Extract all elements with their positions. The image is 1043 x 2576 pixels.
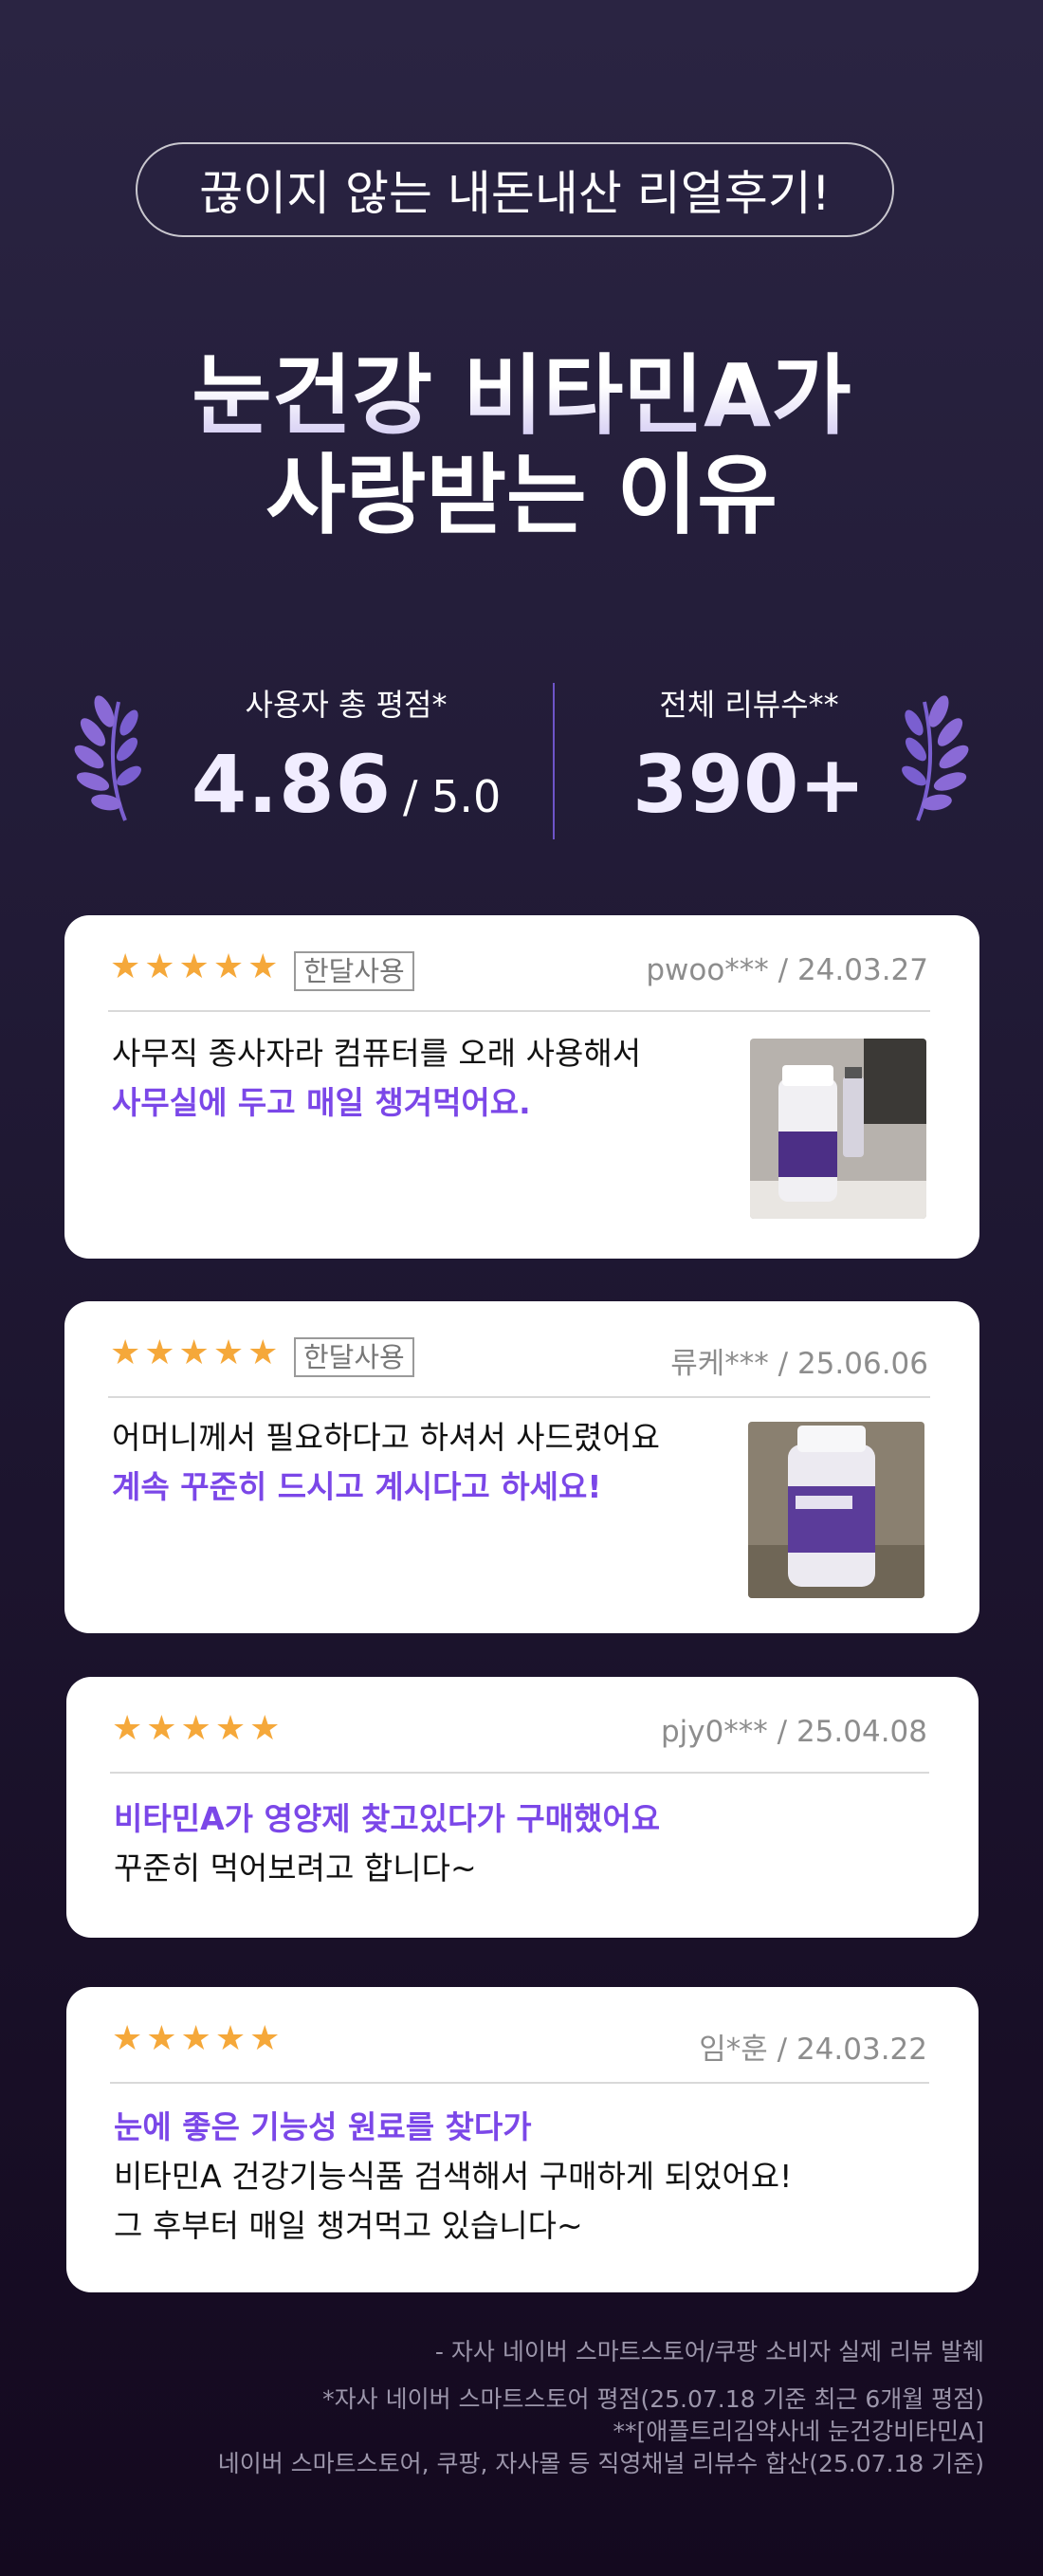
divider [110, 1772, 929, 1774]
divider [108, 1396, 930, 1398]
review-count-label: 전체 리뷰수** [659, 687, 839, 723]
rating-suffix: / 5.0 [402, 771, 502, 822]
laurel-icon [74, 695, 141, 821]
review-highlight: 사무실에 두고 매일 챙겨먹어요. [112, 1084, 531, 1121]
headline-line-1: 눈건강 비타민A가 [0, 346, 1043, 446]
rating-stat: 사용자 총 평점* 4.86 / 5.0 [185, 681, 507, 831]
review-body: 비타민A가 영양제 찾고있다가 구매했어요 꾸준히 먹어보려고 합니다~ [114, 1794, 660, 1893]
footnote-block: *자사 네이버 스마트스토어 평점(25.07.18 기준 최근 6개월 평점)… [218, 2383, 984, 2480]
stat-divider [553, 683, 555, 839]
review-line: 어머니께서 필요하다고 하셔서 사드렸어요 [112, 1419, 660, 1456]
review-body: 눈에 좋은 기능성 원료를 찾다가 비타민A 건강기능식품 검색해서 구매하게 … [114, 2103, 792, 2251]
rating-label: 사용자 총 평점* [245, 687, 448, 723]
review-card: ★★★★★ 임*훈 / 24.03.22 눈에 좋은 기능성 원료를 찾다가 비… [66, 1987, 979, 2292]
divider [110, 2082, 929, 2084]
review-count-stat: 전체 리뷰수** 390+ [597, 681, 901, 831]
review-body: 어머니께서 필요하다고 하셔서 사드렸어요 계속 꾸준히 드시고 계시다고 하세… [112, 1413, 660, 1512]
review-meta: pjy0*** / 25.04.08 [660, 1715, 927, 1749]
review-body: 사무직 종사자라 컴퓨터를 오래 사용해서 사무실에 두고 매일 챙겨먹어요. [112, 1029, 641, 1128]
review-banner: 끊이지 않는 내돈내산 리얼후기! [136, 142, 894, 237]
review-line: 꾸준히 먹어보려고 합니다~ [114, 1849, 477, 1886]
star-rating: ★★★★★ [112, 1709, 284, 1748]
review-banner-text: 끊이지 않는 내돈내산 리얼후기! [199, 166, 831, 221]
review-card: ★★★★★ 한달사용 pwoo*** / 24.03.27 사무직 종사자라 컴… [64, 915, 979, 1259]
star-rating: ★★★★★ [112, 2019, 284, 2058]
review-highlight: 비타민A가 영양제 찾고있다가 구매했어요 [114, 1800, 661, 1837]
footnote-review-count: 네이버 스마트스토어, 쿠팡, 자사몰 등 직영채널 리뷰수 합산(25.07.… [217, 2450, 984, 2477]
review-meta: pwoo*** / 24.03.27 [646, 953, 928, 987]
review-card: ★★★★★ pjy0*** / 25.04.08 비타민A가 영양제 찾고있다가… [66, 1677, 979, 1938]
review-line: 비타민A 건강기능식품 검색해서 구매하게 되었어요! [114, 2158, 793, 2195]
headline-line-2: 사랑받는 이유 [265, 445, 778, 546]
usage-tag: 한달사용 [294, 951, 414, 991]
product-photo [750, 1039, 926, 1219]
review-card: ★★★★★ 한달사용 류케*** / 25.06.06 어머니께서 필요하다고 … [64, 1301, 979, 1633]
review-highlight: 계속 꾸준히 드시고 계시다고 하세요! [112, 1468, 602, 1505]
review-source-note: - 자사 네이버 스마트스토어/쿠팡 소비자 실제 리뷰 발췌 [434, 2338, 984, 2365]
rating-value: 4.86 [191, 738, 392, 831]
product-photo [748, 1422, 924, 1598]
star-rating: ★★★★★ [110, 1334, 283, 1372]
review-highlight: 눈에 좋은 기능성 원료를 찾다가 [114, 2108, 532, 2145]
page-headline: 눈건강 비타민A가 사랑받는 이유 [0, 346, 1043, 545]
review-meta: 임*훈 / 24.03.22 [699, 2033, 927, 2067]
review-line: 그 후부터 매일 챙겨먹고 있습니다~ [114, 2207, 583, 2244]
review-meta: 류케*** / 25.06.06 [670, 1347, 928, 1381]
laurel-icon [902, 695, 969, 821]
footnote-rating: *자사 네이버 스마트스토어 평점(25.07.18 기준 최근 6개월 평점) [322, 2385, 984, 2413]
star-rating: ★★★★★ [110, 948, 283, 986]
footnote-product: **[애플트리김약사네 눈건강비타민A] [613, 2418, 984, 2445]
review-line: 사무직 종사자라 컴퓨터를 오래 사용해서 [112, 1035, 642, 1072]
usage-tag: 한달사용 [294, 1337, 414, 1377]
review-count-value: 390+ [632, 738, 866, 831]
divider [108, 1010, 930, 1012]
